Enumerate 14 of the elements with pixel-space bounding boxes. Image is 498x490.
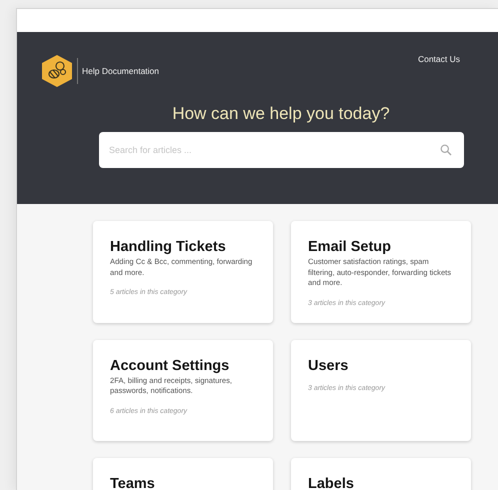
category-title: Email Setup bbox=[308, 239, 392, 255]
category-title: Labels bbox=[308, 476, 355, 490]
category-title: Account Settings bbox=[110, 358, 230, 374]
brand-name: Help Documentation bbox=[82, 66, 160, 76]
logo-icon bbox=[41, 54, 73, 88]
category-card[interactable]: Labels bbox=[291, 458, 471, 490]
category-title: Handling Tickets bbox=[110, 239, 227, 255]
contact-us-link[interactable]: Contact Us bbox=[418, 54, 460, 64]
category-title: Users bbox=[308, 358, 350, 374]
search-field[interactable]: Search for articles ... bbox=[99, 132, 464, 168]
search-icon[interactable] bbox=[440, 144, 452, 156]
category-card[interactable]: Teams bbox=[93, 458, 273, 490]
category-title: Teams bbox=[110, 476, 156, 490]
page-heading: How can we help you today? bbox=[171, 104, 391, 124]
